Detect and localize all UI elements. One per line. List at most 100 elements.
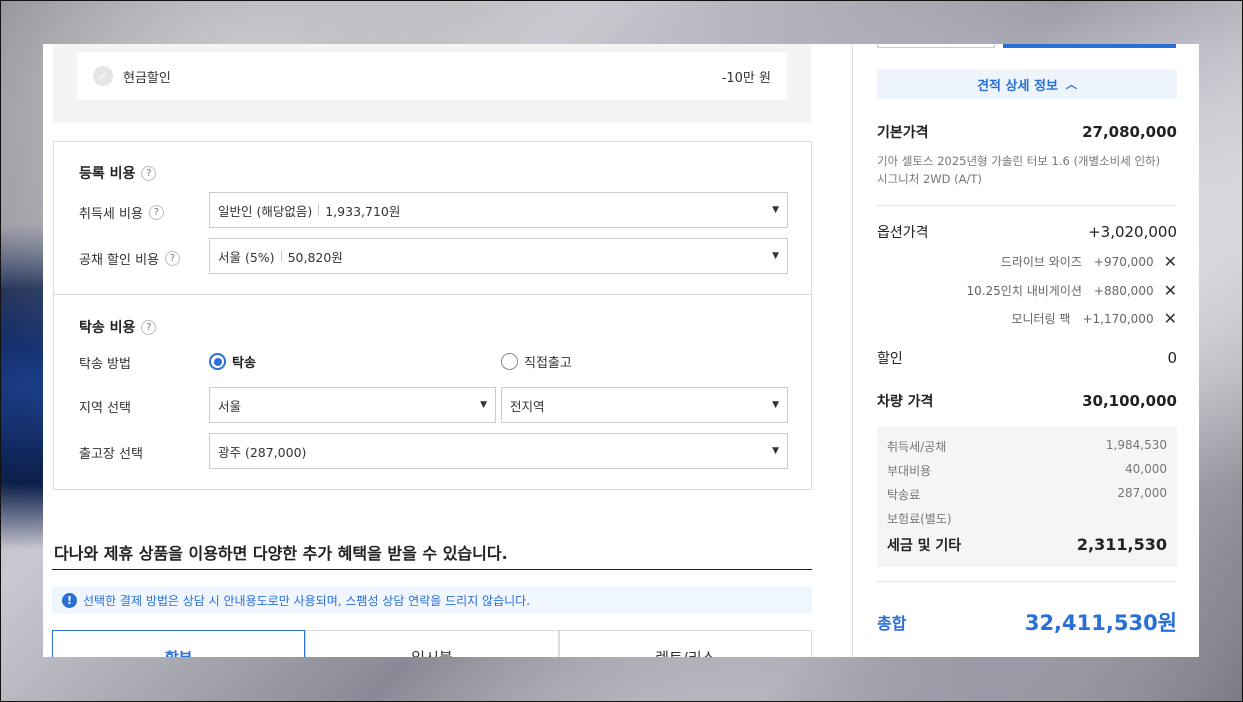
vehicle-price-row: 차량 가격 30,100,000 (877, 391, 1177, 411)
payment-notice-text: 선택한 결제 방법은 상담 시 안내용도로만 사용되며, 스팸성 상담 연락을 … (83, 593, 531, 608)
quantity-input[interactable] (877, 44, 995, 48)
grand-total-value: 32,411,530원 (1024, 611, 1177, 635)
tax-label: 보험료(별도) (887, 512, 952, 526)
bond-discount-amount: 50,820원 (287, 249, 343, 265)
payment-notice: ! 선택한 결제 방법은 상담 시 안내용도로만 사용되며, 스팸성 상담 연락… (52, 586, 812, 614)
option-item: 드라이브 와이즈 +970,000 ✕ (1001, 253, 1177, 270)
discount-label: 할인 (877, 351, 903, 367)
estimate-panel: ✓ 현금할인 -10만 원 등록 비용 ? 취득세 비용 ? 일반인 (해당없음… (43, 44, 1199, 657)
help-icon[interactable]: ? (148, 205, 164, 220)
payment-tabs: 할부 일시불 렌트/리스 (52, 630, 812, 657)
close-icon[interactable]: ✕ (1164, 310, 1177, 327)
detail-toggle-label: 견적 상세 정보 (977, 78, 1058, 94)
detail-toggle-button[interactable]: 견적 상세 정보 ︿ (877, 69, 1177, 99)
summary-divider (877, 581, 1177, 582)
tab-lump-sum[interactable]: 일시불 (305, 630, 559, 657)
tax-label: 취득세/공채 (887, 440, 947, 454)
separator (318, 204, 320, 216)
cash-discount-label: 현금할인 (123, 70, 171, 86)
base-price-label: 기본가격 (877, 125, 929, 141)
option-price-label: 옵션가격 (877, 225, 929, 241)
grand-total-label: 총합 (877, 614, 907, 633)
grand-total-row: 총합 32,411,530원 (877, 607, 1177, 637)
acquisition-tax-select[interactable]: 일반인 (해당없음) 1,933,710원 ▼ (209, 192, 788, 228)
close-icon[interactable]: ✕ (1164, 282, 1177, 299)
separator (280, 250, 282, 262)
tax-breakdown: 취득세/공채 1,984,530 부대비용 40,000 탁송료 287,000… (877, 427, 1177, 567)
bond-discount-label: 공채 할인 비용 ? (79, 249, 181, 268)
depot-label: 출고장 선택 (79, 447, 143, 462)
registration-title-text: 등록 비용 (79, 166, 136, 182)
tax-total-value: 2,311,530 (1076, 535, 1167, 554)
section-divider (54, 294, 811, 295)
delivery-title-text: 탁송 비용 (79, 320, 136, 336)
promo-divider (52, 569, 812, 570)
acquisition-tax-amount: 1,933,710원 (325, 203, 401, 219)
help-icon[interactable]: ? (165, 251, 181, 266)
promo-title: 다나와 제휴 상품을 이용하면 다양한 추가 혜택을 받을 수 있습니다. (54, 544, 508, 563)
tax-label: 탁송료 (887, 488, 921, 502)
delivery-title: 탁송 비용 ? (79, 317, 157, 337)
option-name: 모니터링 팩 (1011, 312, 1071, 326)
radio-direct-release[interactable]: 직접출고 (501, 352, 572, 371)
chevron-up-icon: ︿ (1065, 78, 1077, 91)
bond-discount-option: 서울 (5%) (218, 249, 275, 265)
option-item: 모니터링 팩 +1,170,000 ✕ (1011, 310, 1177, 327)
tax-row: 탁송료 287,000 (887, 486, 1167, 503)
acquisition-tax-label-text: 취득세 비용 (79, 207, 143, 222)
dropdown-arrow-icon: ▼ (772, 251, 779, 261)
summary-column: 견적 상세 정보 ︿ 기본가격 27,080,000 기아 셀토스 2025년형… (852, 44, 1199, 657)
option-price: +1,170,000 (1082, 311, 1154, 326)
depot-value: 광주 (287,000) (218, 444, 307, 460)
dropdown-arrow-icon: ▼ (480, 400, 487, 410)
consult-button[interactable] (1003, 44, 1176, 48)
radio-delivery[interactable]: 탁송 (209, 352, 256, 371)
option-price: +880,000 (1093, 283, 1154, 298)
option-price-row: 옵션가격 +3,020,000 (877, 222, 1177, 242)
option-item: 10.25인치 내비게이션 +880,000 ✕ (966, 282, 1177, 299)
radio-unselected-icon (501, 353, 518, 370)
bond-discount-select[interactable]: 서울 (5%) 50,820원 ▼ (209, 238, 788, 274)
base-price-value: 27,080,000 (1082, 123, 1177, 141)
option-price: +970,000 (1093, 254, 1154, 269)
region-label: 지역 선택 (79, 401, 131, 416)
dropdown-arrow-icon: ▼ (772, 205, 779, 215)
radio-direct-release-label: 직접출고 (524, 356, 572, 371)
radio-delivery-label: 탁송 (232, 356, 256, 371)
option-price-value: +3,020,000 (1088, 223, 1177, 241)
delivery-method-label: 탁송 방법 (79, 357, 131, 372)
options-column: ✓ 현금할인 -10만 원 등록 비용 ? 취득세 비용 ? 일반인 (해당없음… (43, 44, 829, 657)
cash-discount-section: ✓ 현금할인 -10만 원 (53, 44, 811, 122)
vehicle-price-label: 차량 가격 (877, 394, 934, 410)
cost-box: 등록 비용 ? 취득세 비용 ? 일반인 (해당없음) 1,933,710원 ▼… (53, 141, 812, 490)
region-district-select[interactable]: 전지역 ▼ (501, 387, 788, 423)
registration-title: 등록 비용 ? (79, 163, 157, 183)
base-price-row: 기본가격 27,080,000 (877, 122, 1177, 142)
option-name: 10.25인치 내비게이션 (966, 284, 1082, 298)
tax-row: 부대비용 40,000 (887, 462, 1167, 479)
region-city-select[interactable]: 서울 ▼ (209, 387, 496, 423)
radio-selected-icon (209, 353, 226, 370)
summary-divider (877, 205, 1177, 206)
check-icon[interactable]: ✓ (93, 66, 113, 86)
tab-installment[interactable]: 할부 (52, 630, 306, 657)
region-city-value: 서울 (218, 398, 242, 414)
tax-total-row: 세금 및 기타 2,311,530 (887, 535, 1167, 555)
help-icon[interactable]: ? (141, 165, 157, 181)
bond-discount-label-text: 공채 할인 비용 (79, 253, 160, 268)
help-icon[interactable]: ? (141, 319, 157, 335)
option-name: 드라이브 와이즈 (1000, 255, 1082, 269)
tax-value: 287,000 (1117, 486, 1167, 500)
discount-row: 할인 0 (877, 348, 1177, 368)
dropdown-arrow-icon: ▼ (772, 446, 779, 456)
tax-row: 취득세/공채 1,984,530 (887, 438, 1167, 455)
cash-discount-item[interactable]: ✓ 현금할인 -10만 원 (77, 52, 787, 100)
tab-rent-lease[interactable]: 렌트/리스 (558, 630, 812, 657)
tax-row: 보험료(별도) (887, 510, 1167, 527)
depot-select[interactable]: 광주 (287,000) ▼ (209, 433, 788, 469)
vehicle-price-value: 30,100,000 (1082, 392, 1177, 410)
acquisition-tax-option: 일반인 (해당없음) (218, 203, 313, 219)
tax-value: 40,000 (1125, 462, 1167, 476)
close-icon[interactable]: ✕ (1164, 253, 1177, 270)
tax-total-label: 세금 및 기타 (887, 538, 962, 554)
